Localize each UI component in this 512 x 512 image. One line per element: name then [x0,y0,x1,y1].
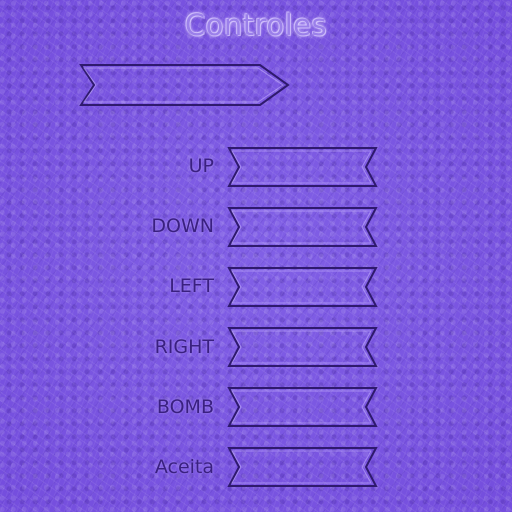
control-label: DOWN [151,215,214,237]
key-binding-slot[interactable] [226,265,380,309]
control-label: RIGHT [154,336,214,358]
key-binding-slot[interactable] [226,445,380,489]
key-binding-slot[interactable] [226,325,380,369]
control-label: LEFT [169,275,214,297]
page-title: Controles [184,8,328,42]
top-arrow-banner[interactable] [78,62,292,108]
key-binding-slot[interactable] [226,145,380,189]
control-label: BOMB [156,396,214,418]
key-binding-slot[interactable] [226,385,380,429]
control-label: UP [188,155,214,177]
key-binding-slot[interactable] [226,205,380,249]
control-label: Aceita [154,456,214,478]
